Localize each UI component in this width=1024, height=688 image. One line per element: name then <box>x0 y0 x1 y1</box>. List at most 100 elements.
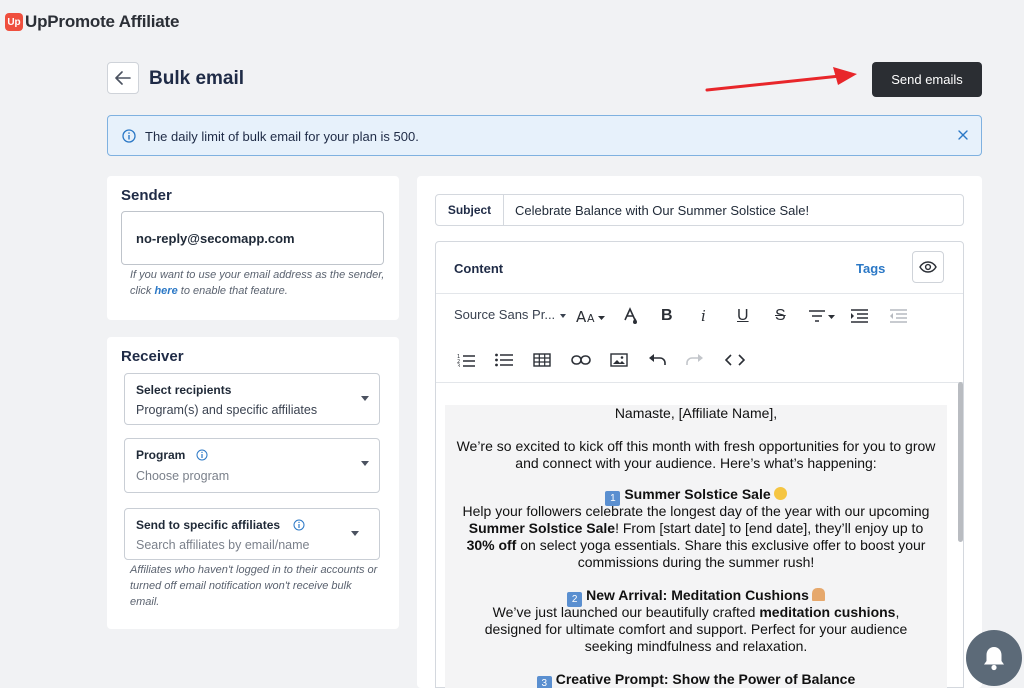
editor-toolbar-row-1: Source Sans Pr... AA B i U S <box>436 295 963 335</box>
outdent-button[interactable] <box>889 305 907 327</box>
link-icon <box>571 355 591 365</box>
receiver-card: Receiver Select recipients Program(s) an… <box>107 337 399 629</box>
underline-icon: U <box>737 307 749 324</box>
editor-scrollbar[interactable] <box>958 382 963 542</box>
section-1-title: Summer Solstice Sale <box>624 486 771 502</box>
preview-button[interactable] <box>912 251 944 283</box>
app-logo-icon: Up <box>5 13 23 31</box>
s1-text-b: Summer Solstice Sale <box>468 520 616 536</box>
select-recipients-label: Select recipients <box>136 383 232 397</box>
bullet-list-icon <box>495 353 513 367</box>
info-banner: The daily limit of bulk email for your p… <box>107 115 982 156</box>
eye-icon <box>919 261 937 273</box>
font-size-button[interactable]: AA <box>576 305 606 327</box>
section-2-paragraph: We’ve just launched our beautifully craf… <box>445 604 947 655</box>
align-button[interactable] <box>808 305 836 327</box>
table-button[interactable] <box>533 349 551 371</box>
program-info-icon[interactable] <box>196 449 208 461</box>
indent-button[interactable] <box>850 305 868 327</box>
text-color-icon <box>624 307 637 324</box>
specific-affiliates-label: Send to specific affiliates <box>136 518 281 532</box>
email-body[interactable]: Namaste, [Affiliate Name], We’re so exci… <box>445 405 947 688</box>
section-1-paragraph: Help your followers celebrate the longes… <box>445 503 947 571</box>
content-label: Content <box>454 261 504 276</box>
greeting-paragraph: Namaste, [Affiliate Name], <box>614 405 778 421</box>
image-button[interactable] <box>610 349 628 371</box>
bold-icon: B <box>661 307 673 324</box>
info-icon <box>122 129 136 143</box>
s2-text-a: We’ve just launched our beautifully craf… <box>492 604 760 620</box>
arrow-left-icon <box>115 71 131 85</box>
select-recipients-dropdown[interactable]: Select recipients Program(s) and specifi… <box>124 373 380 425</box>
ordered-list-button[interactable]: 123 <box>457 349 475 371</box>
editor-card: Subject Celebrate Balance with Our Summe… <box>417 176 982 688</box>
text-color-button[interactable] <box>622 305 640 327</box>
italic-button[interactable]: i <box>701 305 706 327</box>
chevron-down-icon <box>560 313 567 318</box>
sender-email-field[interactable]: no-reply@secomapp.com <box>121 211 384 265</box>
font-family-select[interactable]: Source Sans Pr... <box>454 307 567 322</box>
s1-text-a: Help your followers celebrate the longes… <box>462 503 930 519</box>
banner-text: The daily limit of bulk email for your p… <box>145 129 419 144</box>
tags-link[interactable]: Tags <box>856 261 885 276</box>
italic-icon: i <box>701 307 706 325</box>
link-button[interactable] <box>571 349 591 371</box>
content-header: Content Tags <box>436 242 963 294</box>
bell-icon <box>984 647 1004 671</box>
intro-paragraph: We’re so excited to kick off this month … <box>456 438 936 471</box>
smile-emoji-icon <box>773 487 787 500</box>
enable-sender-link[interactable]: here <box>154 285 177 297</box>
s1-text-e: on select yoga essentials. Share this ex… <box>516 537 926 570</box>
s2-text-b: meditation cushions <box>759 604 896 620</box>
section-2-title: New Arrival: Meditation Cushions <box>586 587 809 603</box>
undo-button[interactable] <box>648 349 666 371</box>
font-family-value: Source Sans Pr... <box>454 307 556 322</box>
sender-hint: If you want to use your email address as… <box>130 267 385 299</box>
undo-icon <box>649 354 666 365</box>
outdent-icon <box>890 309 907 323</box>
send-emails-button[interactable]: Send emails <box>872 62 982 97</box>
underline-button[interactable]: U <box>737 305 749 327</box>
select-recipients-value: Program(s) and specific affiliates <box>136 403 318 417</box>
program-dropdown[interactable]: Program Choose program <box>124 438 380 493</box>
strikethrough-button[interactable]: S <box>775 305 786 327</box>
subject-value: Celebrate Balance with Our Summer Solsti… <box>515 203 810 218</box>
banner-close-button[interactable] <box>955 127 971 143</box>
close-icon <box>958 130 968 140</box>
sender-title: Sender <box>121 187 172 204</box>
svg-text:A: A <box>576 308 587 324</box>
section-3-heading: 3 Creative Prompt: Show the Power of Bala… <box>445 671 947 688</box>
chevron-down-icon <box>361 461 369 466</box>
indent-icon <box>851 309 868 323</box>
notification-button[interactable] <box>966 630 1022 686</box>
subject-field[interactable]: Subject Celebrate Balance with Our Summe… <box>435 194 964 226</box>
editor-toolbar-row-2: 123 <box>436 339 963 383</box>
font-size-icon: AA <box>576 308 605 324</box>
specific-affiliates-placeholder: Search affiliates by email/name <box>136 538 310 552</box>
bullet-list-button[interactable] <box>495 349 513 371</box>
back-button[interactable] <box>107 62 139 94</box>
code-icon <box>725 354 745 366</box>
code-view-button[interactable] <box>725 349 745 371</box>
program-placeholder: Choose program <box>136 469 230 483</box>
s1-text-c: ! From [start date] to [end date], they’… <box>615 520 924 536</box>
section-3-title: Creative Prompt: Show the Power of Balan… <box>555 671 856 687</box>
bold-button[interactable]: B <box>661 305 673 327</box>
red-arrow-annotation <box>705 67 857 92</box>
app-title: UpPromote Affiliate <box>25 12 180 31</box>
sender-hint-text-end: to enable that feature. <box>177 285 288 297</box>
meditation-emoji-icon <box>811 588 825 601</box>
redo-button[interactable] <box>686 349 704 371</box>
s1-text-d: 30% off <box>466 537 517 553</box>
image-icon <box>610 353 628 367</box>
number-3-badge: 3 <box>536 676 552 688</box>
top-bar: Up UpPromote Affiliate <box>0 0 1024 46</box>
table-icon <box>533 353 551 367</box>
sender-card: Sender no-reply@secomapp.com If you want… <box>107 176 399 320</box>
subject-label: Subject <box>436 195 504 225</box>
program-label: Program <box>136 448 186 462</box>
receiver-title: Receiver <box>121 348 184 365</box>
specific-affiliates-dropdown[interactable]: Send to specific affiliates Search affil… <box>124 508 380 560</box>
redo-icon <box>686 354 703 365</box>
affiliates-info-icon[interactable] <box>293 519 305 531</box>
